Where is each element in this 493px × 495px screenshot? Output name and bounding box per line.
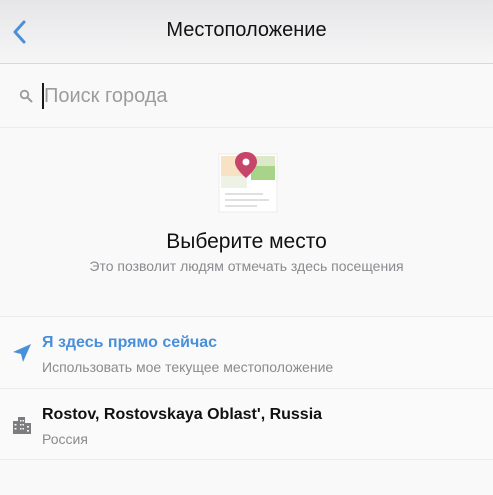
list-item-city[interactable]: Rostov, Rostovskaya Oblast', Russia Росс… xyxy=(0,388,493,460)
page-title: Местоположение xyxy=(166,19,327,41)
navigation-bar: Местоположение xyxy=(0,0,493,64)
empty-state-subtitle: Это позволит людям отмечать здесь посеще… xyxy=(89,258,404,274)
empty-state-title: Выберите место xyxy=(166,230,327,253)
map-pin-illustration xyxy=(218,152,278,213)
list-item-title: Я здесь прямо сейчас xyxy=(42,334,218,351)
list-item-subtitle: Использовать мое текущее местоположение xyxy=(42,359,334,375)
list-item-current-location[interactable]: Я здесь прямо сейчас Использовать мое те… xyxy=(0,316,493,388)
location-arrow-icon xyxy=(13,344,31,362)
search-input[interactable] xyxy=(44,76,464,116)
search-icon xyxy=(19,89,33,103)
list-item-subtitle: Россия xyxy=(42,431,88,447)
list-item-title: Rostov, Rostovskaya Oblast', Russia xyxy=(42,406,323,423)
city-buildings-icon xyxy=(13,417,31,434)
